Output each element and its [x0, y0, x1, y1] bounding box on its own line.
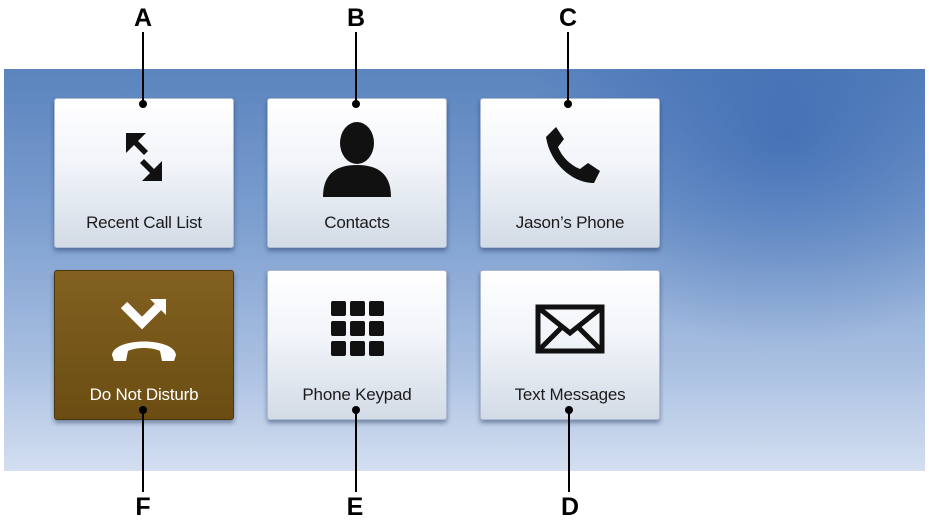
keypad-icon	[268, 285, 446, 373]
contact-person-icon	[268, 113, 446, 201]
text-messages-label: Text Messages	[514, 385, 626, 404]
recent-calls-icon	[55, 113, 233, 201]
callout-f: F	[135, 493, 151, 521]
do-not-disturb-label: Do Not Disturb	[89, 385, 199, 404]
recent-call-list-button[interactable]: Recent Call List	[54, 98, 234, 248]
callout-b: B	[346, 4, 366, 32]
phone-keypad-button[interactable]: Phone Keypad	[267, 270, 447, 420]
phone-handset-icon	[481, 113, 659, 201]
envelope-icon	[481, 285, 659, 373]
jasons-phone-label: Jason’s Phone	[515, 213, 625, 232]
callout-e: E	[346, 493, 364, 521]
callout-a: A	[133, 4, 153, 32]
do-not-disturb-button[interactable]: Do Not Disturb	[54, 270, 234, 420]
phone-menu-screen: Recent Call List Contacts Jason’s Phone …	[4, 69, 925, 471]
phone-keypad-label: Phone Keypad	[302, 385, 412, 404]
recent-call-list-label: Recent Call List	[86, 213, 202, 232]
do-not-disturb-icon	[55, 285, 233, 373]
contacts-button[interactable]: Contacts	[267, 98, 447, 248]
callout-c: C	[558, 4, 578, 32]
callout-d: D	[560, 493, 580, 521]
contacts-label: Contacts	[324, 213, 390, 232]
jasons-phone-button[interactable]: Jason’s Phone	[480, 98, 660, 248]
text-messages-button[interactable]: Text Messages	[480, 270, 660, 420]
